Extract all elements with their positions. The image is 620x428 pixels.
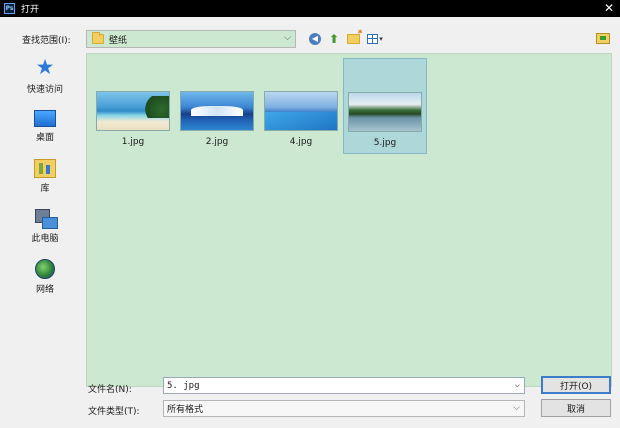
folder-icon xyxy=(92,32,104,44)
close-icon[interactable]: ✕ xyxy=(604,1,614,15)
look-in-label: 查找范围(I): xyxy=(22,36,71,46)
filetype-label: 文件类型(T): xyxy=(88,407,140,417)
place-label: 桌面 xyxy=(35,133,54,143)
filename-label: 文件名(N): xyxy=(88,385,132,395)
file-name: 2.jpg xyxy=(205,137,229,147)
folder-action-icon[interactable] xyxy=(596,33,610,44)
filename-input[interactable]: 5. jpg ⌵ xyxy=(163,377,525,394)
view-menu-button[interactable]: ▾ xyxy=(364,31,386,47)
file-list-pane[interactable]: 1.jpg 2.jpg 4.jpg 5.jpg xyxy=(86,53,612,387)
image-thumbnail xyxy=(348,92,422,132)
place-quick-access[interactable]: ★ 快速访问 xyxy=(10,55,80,103)
filetype-select[interactable]: 所有格式 ⌵ xyxy=(163,400,525,417)
image-thumbnail xyxy=(180,91,254,131)
open-button[interactable]: 打开(O) xyxy=(541,376,611,394)
file-item[interactable]: 4.jpg xyxy=(259,58,343,154)
new-folder-icon xyxy=(346,29,362,44)
chevron-down-icon[interactable]: ⌵ xyxy=(284,33,291,43)
network-icon xyxy=(35,259,55,279)
filetype-value: 所有格式 xyxy=(167,405,204,415)
file-item-selected[interactable]: 5.jpg xyxy=(343,58,427,154)
cancel-button[interactable]: 取消 xyxy=(541,399,611,417)
photoshop-app-icon: Ps xyxy=(4,3,15,14)
computer-icon xyxy=(34,209,58,229)
chevron-down-icon[interactable]: ⌵ xyxy=(515,380,520,390)
file-item[interactable]: 2.jpg xyxy=(175,58,259,154)
desktop-icon xyxy=(34,110,56,127)
new-folder-button[interactable] xyxy=(345,29,362,47)
image-thumbnail xyxy=(264,91,338,131)
title-bar: Ps 打开 ✕ xyxy=(0,0,620,17)
place-label: 快速访问 xyxy=(26,85,63,95)
places-bar: ★ 快速访问 桌面 库 此电脑 网络 xyxy=(10,51,80,371)
back-arrow-icon: ◀ xyxy=(309,33,321,45)
star-icon: ★ xyxy=(35,55,55,79)
up-folder-button[interactable]: ⬆ xyxy=(326,31,342,47)
filename-value: 5. jpg xyxy=(167,380,200,391)
place-desktop[interactable]: 桌面 xyxy=(10,107,80,155)
file-name: 5.jpg xyxy=(373,138,397,148)
place-library[interactable]: 库 xyxy=(10,157,80,205)
chevron-down-icon[interactable]: ⌵ xyxy=(513,403,520,413)
place-label: 库 xyxy=(40,184,50,194)
file-item[interactable]: 1.jpg xyxy=(91,58,175,154)
window-title: 打开 xyxy=(21,5,40,15)
library-icon xyxy=(34,159,56,178)
place-label: 此电脑 xyxy=(31,234,59,244)
look-in-value: 壁纸 xyxy=(109,35,128,46)
caret-down-icon: ▾ xyxy=(379,35,383,43)
place-label: 网络 xyxy=(35,285,54,295)
image-thumbnail xyxy=(96,91,170,131)
file-name: 1.jpg xyxy=(121,137,145,147)
place-this-pc[interactable]: 此电脑 xyxy=(10,207,80,255)
view-menu-icon xyxy=(367,34,379,44)
file-name: 4.jpg xyxy=(289,137,313,147)
place-network[interactable]: 网络 xyxy=(10,257,80,305)
up-folder-icon: ⬆ xyxy=(328,32,340,46)
look-in-combo[interactable]: 壁纸 ⌵ xyxy=(86,30,296,48)
back-button[interactable]: ◀ xyxy=(307,31,323,47)
open-dialog: 查找范围(I): 壁纸 ⌵ ◀ ⬆ ▾ ★ 快速访问 桌面 库 此电脑 xyxy=(0,17,620,428)
